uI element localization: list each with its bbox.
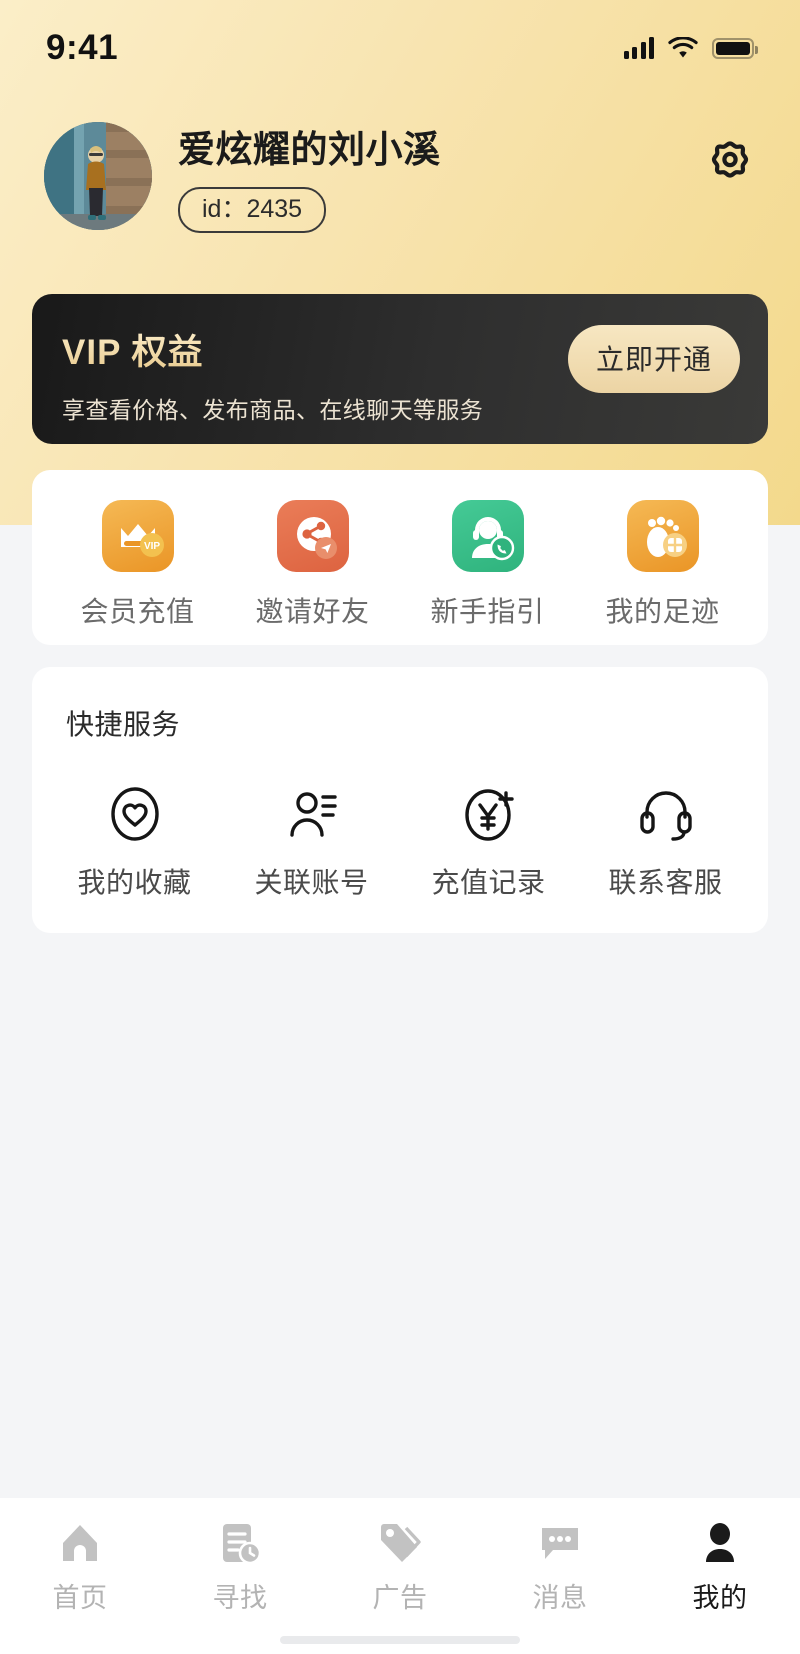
footprint-icon: [626, 500, 699, 572]
heart-circle-icon: [110, 787, 159, 841]
settings-button[interactable]: [704, 136, 756, 188]
service-my-favorites[interactable]: 我的收藏: [46, 785, 223, 901]
tab-label: 我的: [692, 1583, 748, 1613]
profile-header: 爱炫耀的刘小溪 id：2435: [0, 122, 800, 233]
entry-label: 邀请好友: [255, 596, 370, 627]
service-linked-account[interactable]: 关联账号: [223, 785, 400, 901]
service-label: 联系客服: [608, 867, 723, 898]
status-bar-indicators: [623, 37, 758, 59]
share-invite-icon: [276, 500, 349, 572]
wifi-icon: [668, 37, 698, 58]
user-id-badge: id：2435: [178, 186, 327, 233]
quick-entries-row: VIP 会员充值 邀请好友 新手指引 我的足迹: [32, 470, 768, 630]
app-screen: 9:41 爱炫耀的刘小溪 id：2435 VIP 权益 享查看价格、发布商品、在…: [0, 0, 800, 1654]
vip-banner-subtitle: 享查看价格、发布商品、在线聊天等服务: [62, 397, 484, 423]
tab-ads[interactable]: 广告: [320, 1520, 480, 1615]
chat-bubble-icon: [542, 1528, 578, 1559]
yen-plus-circle-icon: [464, 789, 514, 841]
home-icon: [63, 1525, 97, 1561]
entry-label: 会员充值: [80, 596, 195, 627]
tab-label: 首页: [52, 1583, 108, 1613]
tab-label: 消息: [532, 1583, 588, 1613]
service-recharge-records[interactable]: 充值记录: [400, 785, 577, 901]
quick-services-card: 快捷服务 我的收藏 关联账号 充值记录 联系客服: [32, 667, 768, 933]
entry-label: 新手指引: [430, 596, 545, 627]
tab-find[interactable]: 寻找: [160, 1520, 320, 1615]
service-label: 我的收藏: [77, 867, 192, 898]
quick-services-title: 快捷服务: [66, 709, 181, 740]
entry-beginner-guide[interactable]: 新手指引: [400, 500, 575, 630]
status-bar: 9:41: [0, 0, 800, 96]
headset-icon: [639, 791, 692, 841]
cellular-bars-icon: [623, 37, 654, 59]
page-title: 爱炫耀的刘小溪: [178, 129, 441, 170]
document-clock-icon: [223, 1524, 262, 1565]
tab-mine[interactable]: 我的: [640, 1520, 800, 1615]
linked-account-icon: [289, 792, 337, 837]
vip-banner[interactable]: VIP 权益 享查看价格、发布商品、在线聊天等服务 立即开通: [32, 294, 768, 444]
bottom-tab-bar: 首页 寻找 广告 消息 我的: [0, 1498, 800, 1654]
tab-messages[interactable]: 消息: [480, 1520, 640, 1615]
crown-vip-icon: VIP: [101, 500, 174, 572]
vip-activate-button[interactable]: 立即开通: [567, 325, 740, 393]
tab-label: 寻找: [212, 1583, 268, 1613]
service-label: 关联账号: [254, 867, 369, 898]
battery-full-icon: [712, 37, 758, 59]
status-bar-time: 9:41: [46, 28, 119, 67]
profile-text-block: 爱炫耀的刘小溪 id：2435: [178, 122, 441, 233]
entry-label: 我的足迹: [605, 596, 720, 627]
svg-text:VIP: VIP: [143, 541, 159, 552]
person-icon: [706, 1523, 734, 1562]
user-avatar-photo[interactable]: [44, 122, 152, 230]
entry-my-footprints[interactable]: 我的足迹: [575, 500, 750, 630]
gear-icon: [711, 141, 749, 178]
support-agent-icon: [451, 500, 524, 572]
entry-invite-friends[interactable]: 邀请好友: [225, 500, 400, 630]
home-indicator: [280, 1636, 520, 1644]
tab-home[interactable]: 首页: [0, 1520, 160, 1615]
quick-entries-card: VIP 会员充值 邀请好友 新手指引 我的足迹: [32, 470, 768, 645]
service-contact-support[interactable]: 联系客服: [577, 785, 754, 901]
entry-member-recharge[interactable]: VIP 会员充值: [50, 500, 225, 630]
price-tag-icon: [381, 1524, 421, 1562]
tab-label: 广告: [372, 1583, 428, 1613]
service-label: 充值记录: [431, 867, 546, 898]
